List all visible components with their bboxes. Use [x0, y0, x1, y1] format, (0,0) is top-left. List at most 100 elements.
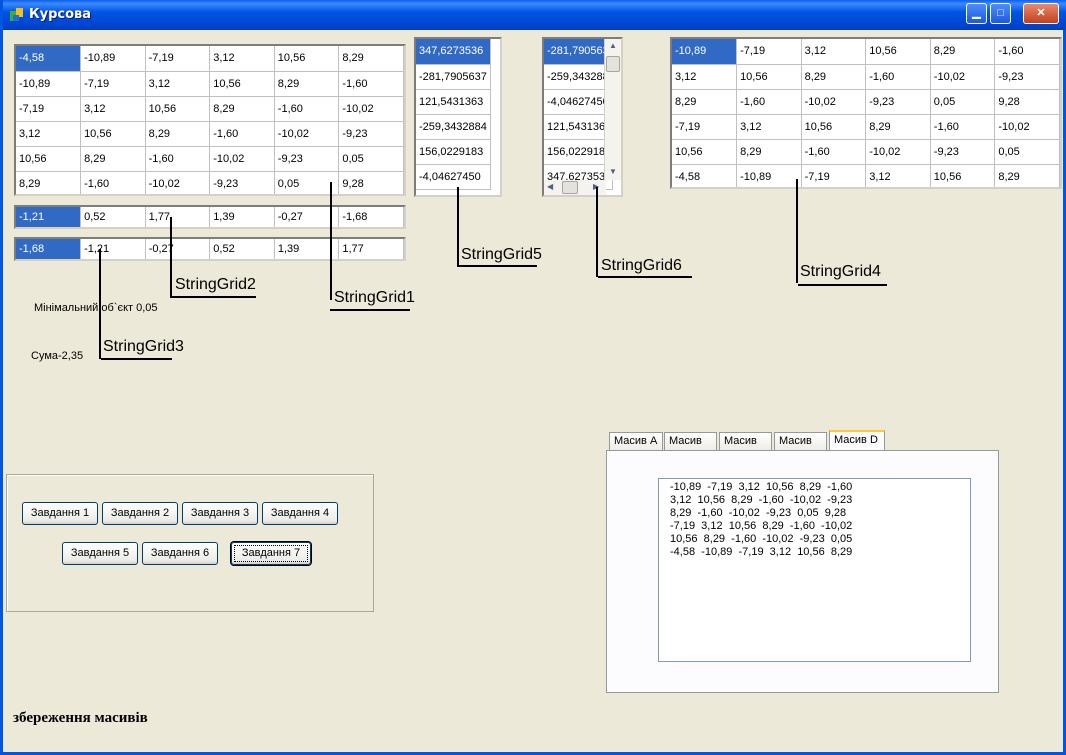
grid-cell[interactable]: -10,02 — [930, 64, 996, 90]
grid-cell[interactable]: -1,60 — [80, 171, 146, 194]
grid-cell[interactable]: 8,29 — [994, 164, 1060, 187]
title-bar[interactable]: Курсова ▁ □ ✕ — [3, 0, 1066, 30]
grid-cell[interactable]: -7,19 — [736, 39, 802, 65]
task-3-button[interactable]: Завдання 3 — [182, 502, 258, 525]
tab-array-x[interactable]: Масив X — [774, 432, 827, 464]
grid-cell[interactable]: -1,60 — [930, 114, 996, 140]
grid-cell[interactable]: 8,29 — [801, 64, 867, 90]
grid-cell[interactable]: 9,28 — [994, 89, 1060, 115]
grid-cell[interactable]: 10,56 — [145, 96, 211, 122]
vertical-scroll-thumb[interactable] — [606, 56, 620, 72]
stringgrid5[interactable]: 347,6273536 -281,7905637 121,5431363 -259,3… — [414, 37, 502, 197]
tab-array-c[interactable]: Масив C — [719, 432, 772, 464]
grid-cell[interactable]: 0,05 — [338, 146, 404, 172]
grid-cell[interactable]: -1,60 — [145, 146, 211, 172]
grid-cell[interactable]: 1,77 — [145, 207, 211, 227]
grid-cell[interactable]: 3,12 — [736, 114, 802, 140]
grid-cell[interactable]: -9,23 — [338, 121, 404, 147]
grid-cell[interactable]: -7,19 — [672, 114, 738, 140]
grid-cell[interactable]: 156,022918 — [544, 139, 613, 165]
stringgrid6-vertical-scrollbar[interactable]: ▲ ▼ — [604, 39, 621, 180]
grid-cell[interactable]: -281,790563 — [544, 39, 613, 65]
scroll-left-arrow-icon[interactable]: ◀ — [547, 182, 553, 191]
grid-cell[interactable]: 347,6273536 — [416, 39, 491, 65]
grid-cell[interactable]: 9,28 — [338, 171, 404, 194]
grid-cell[interactable]: -1,60 — [865, 64, 931, 90]
grid-cell[interactable]: -4,04627450 — [416, 164, 491, 190]
grid-cell[interactable]: -9,23 — [274, 146, 340, 172]
grid-cell[interactable]: -1,60 — [736, 89, 802, 115]
tab-array-d[interactable]: Масив D — [829, 430, 885, 451]
grid-cell[interactable]: 10,56 — [930, 164, 996, 187]
grid-cell[interactable]: -10,02 — [274, 121, 340, 147]
grid-cell[interactable]: -10,02 — [209, 146, 275, 172]
grid-cell[interactable]: 156,0229183 — [416, 139, 491, 165]
grid-cell[interactable]: 8,29 — [80, 146, 146, 172]
grid-cell[interactable]: -10,89 — [672, 39, 738, 65]
grid-cell[interactable]: -10,89 — [80, 46, 146, 72]
grid-cell[interactable]: -1,68 — [16, 239, 82, 259]
stringgrid6[interactable]: -281,790563 -259,343288 -4,04627450 121,543… — [542, 37, 623, 197]
tab-array-b[interactable]: Масив B — [664, 432, 717, 464]
task-1-button[interactable]: Завдання 1 — [22, 502, 98, 525]
grid-cell[interactable]: -9,23 — [209, 171, 275, 194]
scroll-down-arrow-icon[interactable]: ▼ — [609, 167, 617, 176]
grid-cell[interactable]: -7,19 — [801, 164, 867, 187]
grid-cell[interactable]: -10,02 — [865, 139, 931, 165]
grid-cell[interactable]: -4,58 — [672, 164, 738, 187]
grid-cell[interactable]: 8,29 — [930, 39, 996, 65]
grid-cell[interactable]: -10,02 — [801, 89, 867, 115]
grid-cell[interactable]: -10,02 — [338, 96, 404, 122]
grid-cell[interactable]: -9,23 — [930, 139, 996, 165]
grid-cell[interactable]: 8,29 — [865, 114, 931, 140]
grid-cell[interactable]: 8,29 — [274, 71, 340, 97]
grid-cell[interactable]: 8,29 — [736, 139, 802, 165]
task-5-button[interactable]: Завдання 5 — [62, 542, 138, 565]
grid-cell[interactable]: 3,12 — [16, 121, 82, 147]
grid-cell[interactable]: -9,23 — [994, 64, 1060, 90]
grid-cell[interactable]: -9,23 — [865, 89, 931, 115]
grid-cell[interactable]: -1,21 — [80, 239, 146, 259]
grid-cell[interactable]: 0,52 — [80, 207, 146, 227]
grid-cell[interactable]: 0,05 — [994, 139, 1060, 165]
grid-cell[interactable]: -10,89 — [16, 71, 82, 97]
close-button[interactable]: ✕ — [1023, 3, 1059, 24]
grid-cell[interactable]: 1,77 — [338, 239, 404, 259]
stringgrid2[interactable]: -1,21 0,52 1,77 1,39 -0,27 -1,68 — [14, 205, 406, 229]
grid-cell[interactable]: -259,3432884 — [416, 114, 491, 140]
grid-cell[interactable]: 10,56 — [865, 39, 931, 65]
grid-cell[interactable]: 10,56 — [16, 146, 82, 172]
grid-cell[interactable]: -7,19 — [145, 46, 211, 72]
stringgrid1[interactable]: -4,58 -10,89 -7,19 3,12 10,56 8,29 -10,89 -7,19… — [14, 44, 406, 196]
grid-cell[interactable]: 3,12 — [672, 64, 738, 90]
grid-cell[interactable]: 1,39 — [209, 207, 275, 227]
grid-cell[interactable]: 10,56 — [274, 46, 340, 72]
grid-cell[interactable]: -7,19 — [16, 96, 82, 122]
grid-cell[interactable]: 8,29 — [145, 121, 211, 147]
grid-cell[interactable]: 8,29 — [338, 46, 404, 72]
grid-cell[interactable]: 0,05 — [930, 89, 996, 115]
grid-cell[interactable]: -1,60 — [209, 121, 275, 147]
task-4-button[interactable]: Завдання 4 — [262, 502, 338, 525]
grid-cell[interactable]: -4,04627450 — [544, 89, 613, 115]
stringgrid4[interactable]: -10,89 -7,19 3,12 10,56 8,29 -1,60 3,12 10,56 8,… — [670, 37, 1062, 189]
grid-cell[interactable]: 3,12 — [80, 96, 146, 122]
grid-cell[interactable]: 121,543136 — [544, 114, 613, 140]
maximize-button[interactable]: □ — [990, 3, 1011, 24]
grid-cell[interactable]: 10,56 — [736, 64, 802, 90]
grid-cell[interactable]: -259,343288 — [544, 64, 613, 90]
grid-cell[interactable]: 3,12 — [865, 164, 931, 187]
grid-cell[interactable]: -1,60 — [994, 39, 1060, 65]
grid-cell[interactable]: -1,68 — [338, 207, 404, 227]
array-d-memo[interactable]: -10,89 -7,19 3,12 10,56 8,29 -1,60 3,12 1… — [658, 478, 971, 662]
grid-cell[interactable]: 8,29 — [672, 89, 738, 115]
grid-cell[interactable]: 3,12 — [801, 39, 867, 65]
scroll-up-arrow-icon[interactable]: ▲ — [609, 41, 617, 50]
grid-cell[interactable]: 3,12 — [145, 71, 211, 97]
grid-cell[interactable]: 0,52 — [209, 239, 275, 259]
grid-cell[interactable]: 10,56 — [209, 71, 275, 97]
grid-cell[interactable]: -1,60 — [801, 139, 867, 165]
tab-array-a[interactable]: Масив A — [609, 432, 663, 451]
grid-cell[interactable]: 10,56 — [801, 114, 867, 140]
grid-cell[interactable]: -1,60 — [274, 96, 340, 122]
